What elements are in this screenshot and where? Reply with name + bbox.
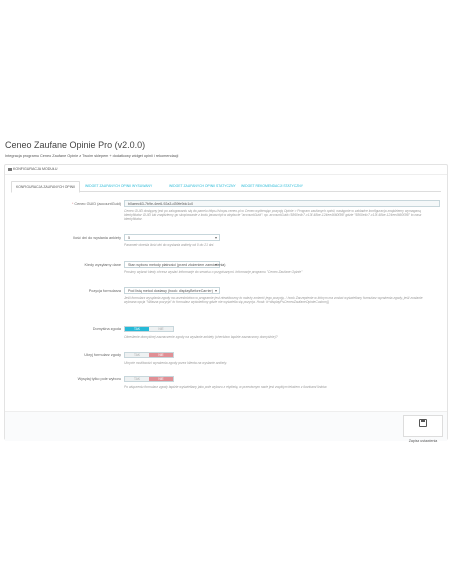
status-help: Prosimy wybrać kiedy chcesz wysłać infor… (124, 270, 303, 274)
hook-select[interactable]: Pod listą metod dostawy (hook: displayBe… (124, 287, 220, 294)
only-products-toggle[interactable]: TAK NIE (124, 376, 174, 382)
panel-header: Konfiguracja modułu (5, 165, 447, 175)
toggle-no[interactable]: NIE (149, 353, 173, 357)
status-select-value: Stan wyboru metody płatności (przed złoż… (128, 263, 226, 267)
toggle-no[interactable]: NIE (149, 327, 173, 331)
save-icon (419, 419, 427, 427)
tab-widget-recommendation[interactable]: Widget rekomendacji statyczny (237, 181, 307, 191)
cog-icon (8, 167, 12, 171)
page-title: Ceneo Zaufane Opinie Pro (v2.0.0) (5, 140, 146, 150)
tab-bar: Konfiguracja zaufanych opinii Widget zau… (11, 181, 441, 193)
hook-select-value: Pod listą metod dostawy (hook: displayBe… (128, 289, 213, 293)
status-select[interactable]: Stan wyboru metody płatności (przed złoż… (124, 261, 225, 268)
save-button[interactable]: Zapisz ustawienia (403, 415, 443, 443)
default-consent-help: Określenie domyślnej zaznaczenie zgody n… (124, 335, 278, 339)
toggle-yes[interactable]: TAK (125, 327, 149, 331)
tab-config-opinions[interactable]: Konfiguracja zaufanych opinii (11, 181, 80, 193)
days-select[interactable]: 5 ▾ (124, 234, 220, 241)
toggle-yes[interactable]: TAK (125, 353, 149, 357)
guid-label-text: Ceneo GUID (accountGuid) (74, 202, 121, 206)
days-help: Parametr określa ilość dni do wysłania a… (124, 243, 215, 247)
hide-form-toggle[interactable]: TAK NIE (124, 352, 174, 358)
days-label: Ilość dni do wysłania ankiety (73, 236, 121, 240)
guid-label: * Ceneo GUID (accountGuid) (5, 202, 121, 206)
chevron-down-icon: ▾ (214, 235, 217, 240)
days-select-value: 5 (128, 236, 130, 240)
panel-header-label: Konfiguracja modułu (13, 167, 58, 171)
hide-form-help: Ukrycie możliwości wyrażenia zgody przez… (124, 361, 227, 365)
status-label: Kiedy wysyłamy dane (84, 263, 121, 267)
chevron-down-icon: ▾ (214, 262, 217, 267)
toggle-no[interactable]: NIE (149, 377, 173, 381)
config-panel: Konfiguracja modułu Konfiguracja zaufany… (4, 164, 448, 443)
tab-widget-static[interactable]: Widget zaufanych opinii statyczny (165, 181, 240, 191)
default-consent-toggle[interactable]: TAK NIE (124, 326, 174, 332)
save-button-label: Zapisz ustawienia (408, 439, 438, 443)
guid-input[interactable]: b0aeec63-7b9e-4ee6-92a3-d39fe9dc1c0 (124, 200, 440, 207)
hide-form-label: Ukryj formularz zgody (84, 353, 121, 357)
tab-widget-sliding[interactable]: Widget zaufanych opinii wysuwany (81, 181, 156, 191)
hook-help: Jeśli formularz wysyłania zgody na uczes… (124, 296, 423, 305)
page-description: Integracja programu Ceneo Zaufane Opinie… (5, 154, 179, 158)
hook-label: Pozycja formularza (88, 289, 121, 293)
only-products-label: Wysyłaj tylko pole wyboru (77, 377, 121, 381)
default-consent-label: Domyślna zgoda (92, 327, 121, 331)
panel-footer: Zapisz ustawienia (5, 411, 447, 443)
only-products-help: Po włączeniu formularz zgody będzie wyśw… (124, 385, 328, 389)
guid-help: Ceneo GUID dostępny jest po zalogowaniu … (124, 209, 422, 222)
toggle-yes[interactable]: TAK (125, 377, 149, 381)
chevron-down-icon: ▾ (214, 288, 217, 293)
